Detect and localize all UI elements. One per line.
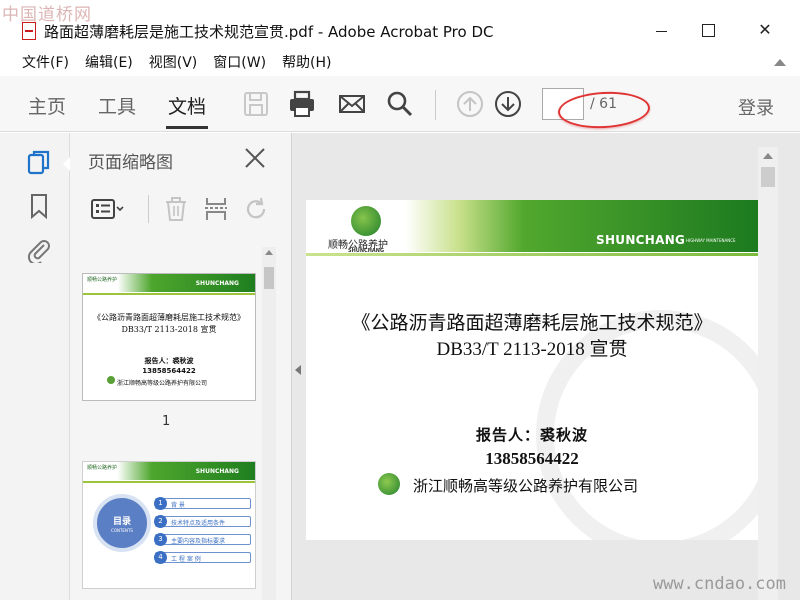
thumb-subtitle: DB33/T 2113-2018 宣贯	[121, 325, 217, 334]
menu-edit[interactable]: 编辑(E)	[85, 50, 133, 76]
page-thumbnails-panel: 页面缩略图 顺畅公路养护 SHUNCHANG 《公路沥青路面超薄磨耗层施工技术规…	[70, 133, 292, 600]
collapse-panel-icon[interactable]	[295, 365, 301, 375]
thumb-header-line	[83, 481, 255, 483]
close-panel-icon[interactable]	[242, 145, 268, 171]
toc-circle-title: 目录	[112, 517, 131, 527]
page-reporter: 报告人：裘秋波	[475, 426, 588, 444]
thumb-phone: 13858564422	[142, 367, 196, 375]
menu-view[interactable]: 视图(V)	[149, 50, 198, 76]
main-toolbar: 主页 工具 文档 / 61 登录	[0, 76, 800, 132]
logo-english-name: SHUNCHANG	[348, 248, 385, 254]
scroll-thumb[interactable]	[264, 267, 274, 289]
toc-item: 3 主要内容及指标要求	[154, 533, 251, 546]
maximize-button[interactable]	[685, 14, 731, 46]
document-view[interactable]: 顺畅公路养护 SHUNCHANG SHUNCHANG HIGHWAY MAINT…	[292, 133, 800, 600]
page-thumbnail-1[interactable]: 顺畅公路养护 SHUNCHANG 《公路沥青路面超薄磨耗层施工技术规范》 DB3…	[82, 273, 256, 401]
search-icon[interactable]	[386, 90, 414, 118]
mail-icon[interactable]	[338, 90, 366, 118]
options-menu-icon[interactable]	[90, 195, 124, 223]
thumb-company-logo	[107, 376, 115, 384]
company-small-logo-icon	[378, 473, 400, 495]
toc-item: 1 背 景	[154, 497, 251, 510]
save-icon[interactable]	[242, 90, 270, 118]
watermark-site-url: www.cndao.com	[652, 574, 786, 594]
watermark-site-cn: 中国道桥网	[2, 5, 92, 25]
scroll-up-icon[interactable]	[265, 250, 273, 255]
menu-help[interactable]: 帮助(H)	[282, 50, 331, 76]
page-subtitle: DB33/T 2113-2018 宣贯	[436, 339, 628, 360]
print-icon[interactable]	[288, 90, 316, 118]
bookmark-icon[interactable]	[26, 193, 52, 220]
tab-tools[interactable]: 工具	[98, 92, 136, 119]
title-bar: 路面超薄磨耗层是施工技术规范宣贯.pdf - Adobe Acrobat Pro…	[0, 0, 800, 48]
previous-page-icon[interactable]	[456, 90, 484, 118]
toolbar-divider	[435, 90, 436, 120]
toc-item: 2 技术特点及适用条件	[154, 515, 251, 528]
thumb-logo-text: 顺畅公路养护	[87, 465, 118, 471]
extract-page-icon[interactable]	[202, 195, 230, 223]
page-brand-sub: HIGHWAY MAINTENANCE	[686, 238, 736, 243]
toc-item: 4 工 程 案 例	[154, 551, 251, 564]
thumbnail-scrollbar[interactable]	[262, 247, 276, 600]
scroll-thumb[interactable]	[761, 167, 775, 187]
toc-circle-sub: CONTENTS	[111, 528, 133, 533]
toc-item-label: 技术特点及适用条件	[171, 520, 226, 527]
navigation-rail	[0, 133, 70, 600]
thumb-company: 浙江顺畅高等级公路养护有限公司	[117, 380, 208, 387]
toc-item-number: 2	[154, 515, 167, 528]
page-brand: SHUNCHANG	[596, 233, 686, 247]
menu-file[interactable]: 文件(F)	[22, 50, 69, 76]
toc-circle: 目录 CONTENTS	[93, 494, 151, 552]
active-panel-indicator	[63, 157, 70, 171]
pdf-page: 顺畅公路养护 SHUNCHANG SHUNCHANG HIGHWAY MAINT…	[306, 200, 758, 540]
toc-item-number: 1	[154, 497, 167, 510]
window-title: 路面超薄磨耗层是施工技术规范宣贯.pdf - Adobe Acrobat Pro…	[44, 23, 494, 41]
menu-overflow-icon[interactable]	[774, 59, 786, 66]
tab-document[interactable]: 文档	[165, 92, 209, 129]
thumbnail-page-number: 1	[162, 414, 171, 429]
page-thumbnails-icon[interactable]	[26, 149, 52, 175]
attachment-icon[interactable]	[26, 237, 52, 266]
thumb-logo-text: 顺畅公路养护	[87, 277, 118, 283]
thumb-reporter: 报告人：裘秋波	[144, 357, 194, 365]
delete-page-icon[interactable]	[162, 195, 190, 223]
toc-item-label: 主要内容及指标要求	[171, 538, 226, 545]
page-thumbnail-2[interactable]: 顺畅公路养护 SHUNCHANG 目录 CONTENTS 1 背 景 2 技术特…	[82, 461, 256, 589]
menu-bar: 文件(F) 编辑(E) 视图(V) 窗口(W) 帮助(H)	[0, 50, 800, 76]
toc-item-number: 3	[154, 533, 167, 546]
page-phone: 13858564422	[485, 449, 579, 468]
rotate-page-icon[interactable]	[242, 195, 270, 223]
panel-toolbar-divider	[148, 195, 149, 223]
thumb-brand: SHUNCHANG	[195, 280, 239, 287]
document-scrollbar[interactable]	[758, 147, 778, 600]
next-page-icon[interactable]	[494, 90, 522, 118]
close-button[interactable]: ✕	[742, 14, 788, 46]
page-company: 浙江顺畅高等级公路养护有限公司	[413, 477, 639, 495]
scroll-up-icon[interactable]	[763, 153, 773, 159]
panel-title: 页面缩略图	[88, 153, 173, 173]
login-link[interactable]: 登录	[738, 94, 774, 120]
thumb-title: 《公路沥青路面超薄磨耗层施工技术规范》	[93, 313, 245, 322]
thumb-brand: SHUNCHANG	[195, 468, 239, 475]
tab-home[interactable]: 主页	[28, 92, 66, 119]
page-title: 《公路沥青路面超薄磨耗层施工技术规范》	[351, 312, 713, 334]
toc-item-label: 工 程 案 例	[171, 556, 201, 563]
company-logo-icon	[351, 206, 381, 236]
menu-window[interactable]: 窗口(W)	[213, 50, 266, 76]
toc-item-number: 4	[154, 551, 167, 564]
thumb-header-line	[83, 293, 255, 295]
toc-item-label: 背 景	[171, 502, 185, 509]
panel-toolbar	[70, 183, 292, 235]
minimize-button[interactable]	[640, 14, 686, 46]
